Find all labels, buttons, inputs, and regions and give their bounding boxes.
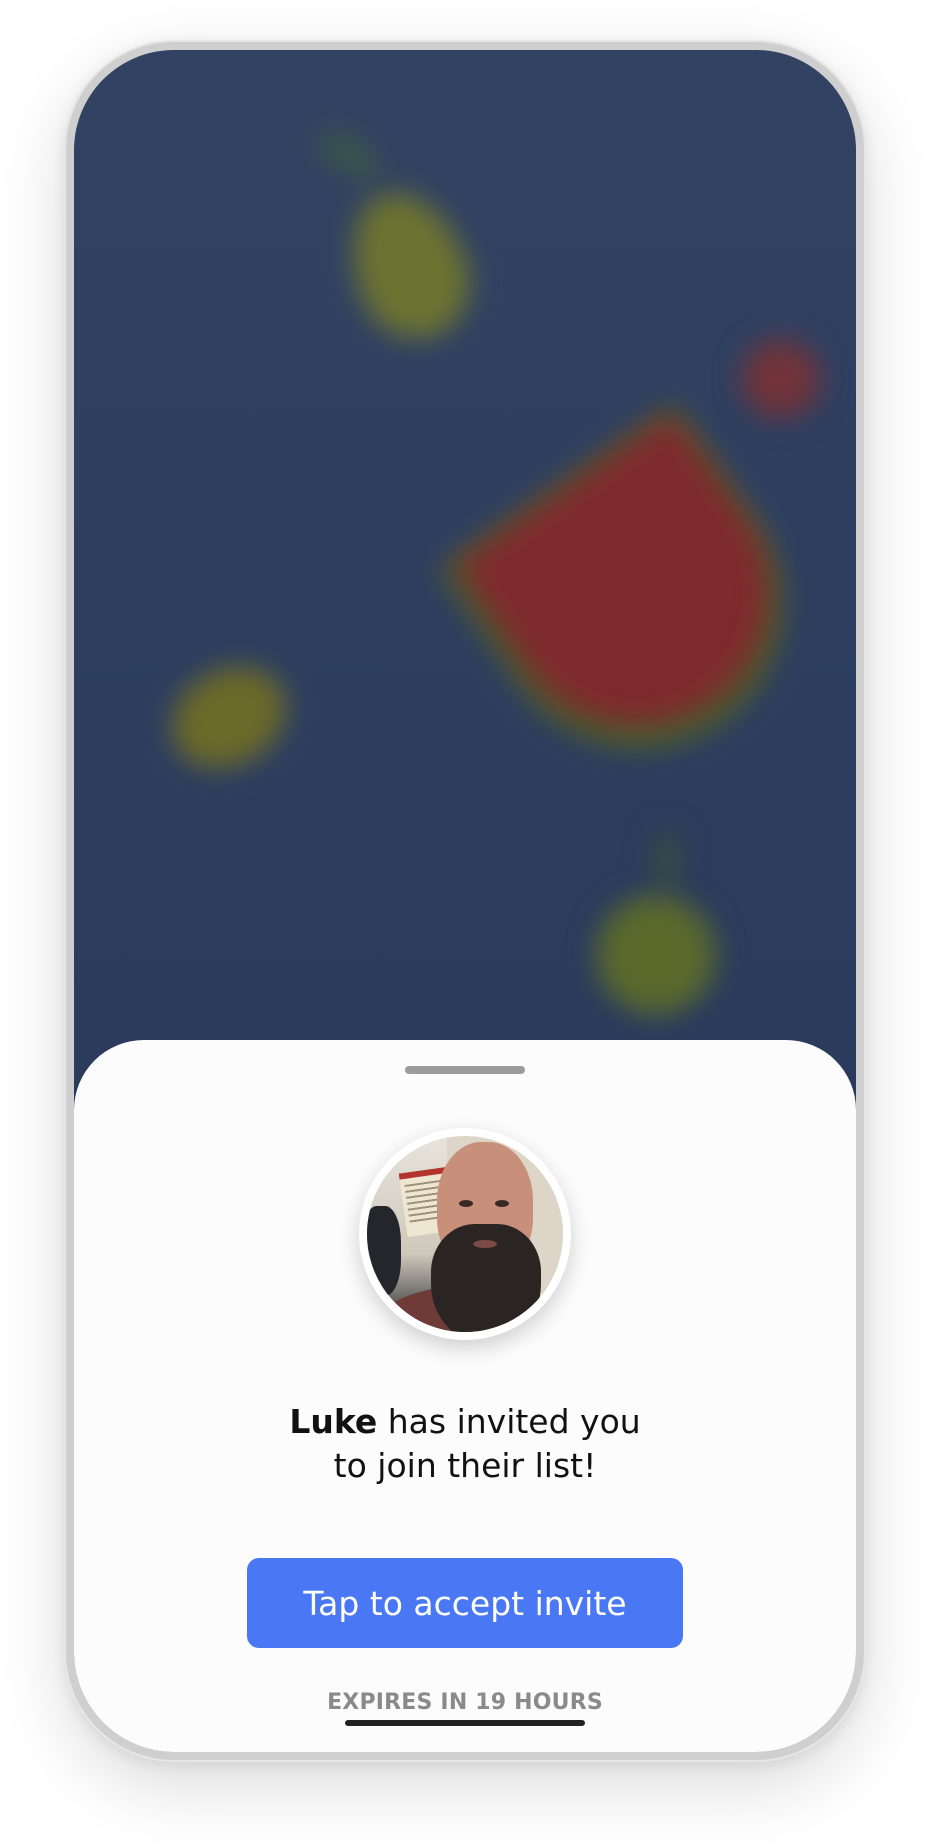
accept-invite-button[interactable]: Tap to accept invite — [247, 1558, 683, 1648]
invite-bottom-sheet: Luke has invited you to join their list!… — [74, 1040, 856, 1752]
home-indicator[interactable] — [345, 1720, 585, 1726]
fruit-stem-shape — [654, 830, 680, 890]
avatar — [359, 1128, 571, 1340]
inviter-name: Luke — [289, 1402, 378, 1441]
lemon-leaf-shape — [311, 122, 387, 188]
watermelon-slice-shape — [455, 413, 821, 777]
lime-shape — [153, 646, 305, 789]
user-avatar-photo-icon — [367, 1136, 563, 1332]
green-fruit-shape — [596, 895, 716, 1015]
invite-message-line2: to join their list! — [333, 1446, 597, 1485]
sheet-grabber-handle[interactable] — [405, 1066, 525, 1074]
invite-message: Luke has invited you to join their list! — [74, 1400, 856, 1488]
phone-screen: Luke has invited you to join their list!… — [74, 50, 856, 1752]
expiry-notice: EXPIRES IN 19 HOURS — [327, 1690, 603, 1715]
cherry-shape — [742, 340, 820, 418]
blurred-background-artwork — [74, 50, 856, 1130]
phone-frame: Luke has invited you to join their list!… — [64, 40, 866, 1762]
lemon-shape — [331, 175, 487, 355]
invite-message-line1: has invited you — [377, 1402, 641, 1441]
page-canvas: Luke has invited you to join their list!… — [0, 0, 930, 1848]
